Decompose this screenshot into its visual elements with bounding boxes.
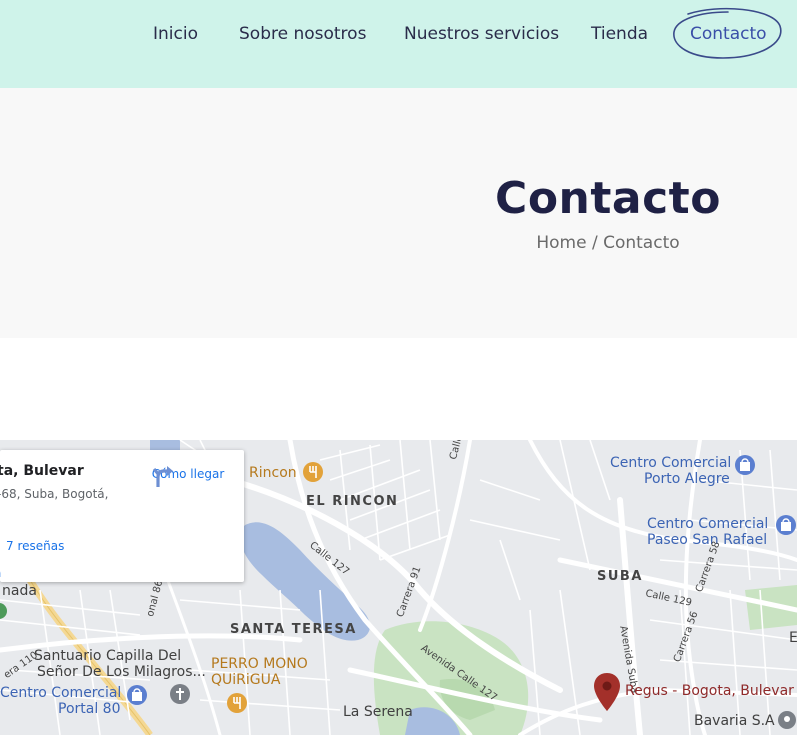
map-label-cc-porto-alegre-2: Porto Alegre <box>644 471 730 487</box>
directions-button[interactable]: Cómo llegar <box>150 463 226 487</box>
map-label-santuario: Santuario Capilla Del <box>34 648 182 664</box>
breadcrumb-current: Contacto <box>603 233 680 253</box>
larger-map-link[interactable]: a <box>0 566 1 580</box>
map-label-cc-porto-alegre: Centro Comercial <box>610 455 732 471</box>
nav-item-contacto[interactable]: Contacto <box>690 22 767 46</box>
map-label-e: E <box>789 630 797 646</box>
map-label-cc-paseo: Centro Comercial <box>647 516 769 532</box>
map-label-cc-portal-80: Centro Comercial <box>0 685 122 701</box>
directions-icon <box>152 466 173 487</box>
reviews-link[interactable]: 7 reseñas <box>6 539 64 553</box>
map-label-santa-teresa: SANTA TERESA <box>230 622 357 637</box>
map-label-cc-portal-80-2: Portal 80 <box>58 701 121 717</box>
nav-item-tienda[interactable]: Tienda <box>591 22 648 46</box>
map-info-card: ta, Bulevar -68, Suba, Bogotá, 7 reseñas… <box>0 450 244 582</box>
map-label-bavaria: Bavaria S.A <box>694 713 775 729</box>
place-title: ta, Bulevar <box>0 463 84 479</box>
page-title: Contacto <box>495 173 721 224</box>
place-address: -68, Suba, Bogotá, <box>0 487 109 501</box>
google-map[interactable]: EL RINCON SUBA SANTA TERESA Rincon Centr… <box>0 440 797 735</box>
nav-item-nuestros-servicios[interactable]: Nuestros servicios <box>404 22 559 46</box>
top-navigation: Inicio Sobre nosotros Nuestros servicios… <box>0 0 797 88</box>
map-label-perro-mono: PERRO MONO <box>211 656 308 672</box>
map-label-suba: SUBA <box>597 569 643 584</box>
breadcrumb-separator: / <box>591 233 598 253</box>
map-label-granada: nada <box>2 583 37 599</box>
map-label-rincon-restaurant: Rincon <box>249 465 297 481</box>
breadcrumb-home-link[interactable]: Home <box>536 233 586 253</box>
map-label-el-rincon: EL RINCON <box>306 494 399 509</box>
map-label-cc-paseo-2: Paseo San Rafael <box>647 532 768 548</box>
nav-item-inicio[interactable]: Inicio <box>153 22 198 46</box>
map-label-regus: Regus - Bogota, Bulevar <box>625 683 794 699</box>
map-label-perro-mono-2: QUiRiGUA <box>211 672 281 688</box>
map-label-santuario-2: Señor De Los Milagros... <box>37 664 206 680</box>
map-label-la-serena: La Serena <box>343 704 413 720</box>
page-hero: Contacto Home / Contacto <box>0 88 797 338</box>
breadcrumb: Home / Contacto <box>0 233 797 253</box>
nav-item-sobre-nosotros[interactable]: Sobre nosotros <box>239 22 366 46</box>
